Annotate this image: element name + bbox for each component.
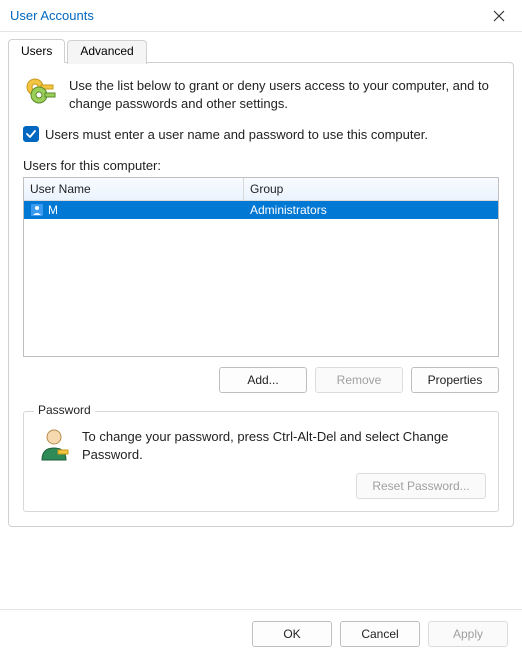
close-icon: [493, 10, 505, 22]
apply-button: Apply: [428, 621, 508, 647]
password-user-icon: [36, 426, 72, 462]
dialog-footer: OK Cancel Apply: [0, 609, 522, 657]
checkbox-box: [23, 126, 39, 142]
table-header: User Name Group: [24, 178, 498, 201]
column-header-group[interactable]: Group: [244, 178, 498, 200]
intro-row: Use the list below to grant or deny user…: [23, 75, 499, 112]
tab-advanced[interactable]: Advanced: [67, 40, 146, 64]
row-username: M: [48, 203, 58, 217]
password-group-label: Password: [34, 403, 95, 417]
user-buttons-row: Add... Remove Properties: [23, 367, 499, 393]
properties-button[interactable]: Properties: [411, 367, 499, 393]
close-button[interactable]: [476, 0, 522, 32]
users-table-label: Users for this computer:: [23, 158, 499, 173]
ok-button[interactable]: OK: [252, 621, 332, 647]
row-group: Administrators: [250, 203, 327, 217]
titlebar: User Accounts: [0, 0, 522, 32]
reset-password-button: Reset Password...: [356, 473, 486, 499]
require-login-checkbox[interactable]: Users must enter a user name and passwor…: [23, 126, 499, 142]
window-title: User Accounts: [10, 8, 94, 23]
add-button[interactable]: Add...: [219, 367, 307, 393]
column-header-username[interactable]: User Name: [24, 178, 244, 200]
users-table[interactable]: User Name Group M Administrators: [23, 177, 499, 357]
intro-text: Use the list below to grant or deny user…: [69, 75, 499, 112]
cancel-button[interactable]: Cancel: [340, 621, 420, 647]
tabstrip: Users Advanced: [0, 32, 522, 62]
remove-button: Remove: [315, 367, 403, 393]
require-login-label: Users must enter a user name and passwor…: [45, 127, 428, 142]
user-icon: [30, 203, 44, 217]
tab-users[interactable]: Users: [8, 39, 65, 63]
password-text: To change your password, press Ctrl-Alt-…: [82, 426, 486, 463]
users-keys-icon: [23, 75, 59, 111]
table-row[interactable]: M Administrators: [24, 201, 498, 219]
password-groupbox: Password To change your password, press …: [23, 411, 499, 512]
checkmark-icon: [26, 129, 36, 139]
users-tabpanel: Use the list below to grant or deny user…: [8, 62, 514, 527]
